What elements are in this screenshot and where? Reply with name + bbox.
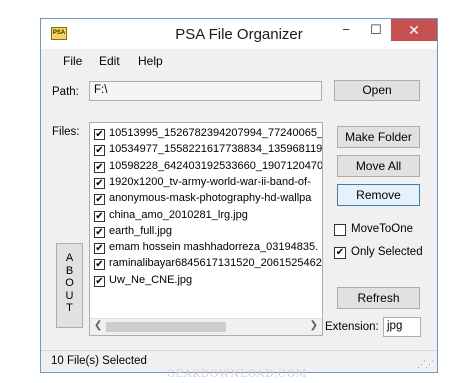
remove-button[interactable]: Remove xyxy=(337,184,420,206)
move-all-button[interactable]: Move All xyxy=(337,155,420,177)
list-item[interactable]: ✔ 10513995_1526782394207994_77240065_ xyxy=(94,127,323,142)
file-checkbox[interactable]: ✔ xyxy=(94,210,105,222)
file-name: emam hossein mashhadorreza_03194835. xyxy=(109,241,319,254)
scroll-left-icon[interactable]: ❮ xyxy=(94,320,102,331)
path-field[interactable]: F:\ xyxy=(89,81,322,101)
about-letter: T xyxy=(66,302,73,314)
extension-label: Extension: xyxy=(325,321,379,333)
watermark: GEARDOWNLOAD.COM xyxy=(166,369,308,380)
file-checkbox[interactable]: ✔ xyxy=(94,243,105,255)
files-label: Files: xyxy=(52,126,80,138)
file-checkbox[interactable]: ✔ xyxy=(94,259,105,271)
menu-edit[interactable]: Edit xyxy=(99,54,120,68)
file-checkbox[interactable]: ✔ xyxy=(94,129,105,140)
horizontal-scrollbar[interactable]: ❮ ❯ xyxy=(90,318,322,335)
file-name: earth_full.jpg xyxy=(109,224,172,237)
close-button[interactable]: ✕ xyxy=(391,19,437,41)
make-folder-button[interactable]: Make Folder xyxy=(337,126,420,148)
file-name: Uw_Ne_CNE.jpg xyxy=(109,273,193,286)
about-button[interactable]: ABOUT xyxy=(56,243,83,328)
move-to-one-label: MoveToOne xyxy=(351,223,414,235)
file-checkbox[interactable]: ✔ xyxy=(94,161,105,173)
about-letter: A xyxy=(65,252,74,264)
status-text: 10 File(s) Selected xyxy=(51,355,147,367)
maximize-button[interactable]: ☐ xyxy=(361,19,391,41)
file-name: china_amo_2010281_lrg.jpg xyxy=(109,208,248,221)
open-button[interactable]: Open xyxy=(334,80,420,101)
file-checkbox[interactable]: ✔ xyxy=(94,226,105,238)
only-selected-checkbox[interactable]: ✔ xyxy=(334,247,346,259)
scroll-thumb[interactable] xyxy=(106,322,226,332)
menu-help[interactable]: Help xyxy=(138,54,163,68)
extension-input[interactable]: jpg xyxy=(383,317,421,337)
list-item[interactable]: ✔ raminalibayar6845617131520_2061525462 xyxy=(94,257,322,272)
list-item[interactable]: ✔ earth_full.jpg xyxy=(94,224,322,240)
list-item[interactable]: ✔ 1920x1200_tv-army-world-war-ii-band-of- xyxy=(94,175,322,191)
refresh-button[interactable]: Refresh xyxy=(337,287,420,309)
file-name: anonymous-mask-photography-hd-wallpa xyxy=(109,192,312,205)
app-window: PSA PSA File Organizer − ☐ ✕ File Edit H… xyxy=(40,18,438,373)
move-to-one-checkbox[interactable] xyxy=(334,224,346,236)
file-name: raminalibayar6845617131520_2061525462 xyxy=(109,257,322,270)
file-name: 10598228_642403192533660_1907120470 xyxy=(109,159,323,172)
about-letter: U xyxy=(65,289,74,302)
minimize-button[interactable]: − xyxy=(331,19,361,41)
about-letter: O xyxy=(65,277,74,289)
file-name: 1920x1200_tv-army-world-war-ii-band-of- xyxy=(109,175,311,188)
file-checkbox[interactable]: ✔ xyxy=(94,145,105,157)
list-item[interactable]: ✔ 10534977_1558221617738834_135968119 xyxy=(94,143,323,158)
menu-file[interactable]: File xyxy=(63,54,82,68)
title-bar[interactable]: PSA PSA File Organizer − ☐ ✕ xyxy=(41,19,437,49)
list-item[interactable]: ✔ anonymous-mask-photography-hd-wallpa xyxy=(94,192,322,207)
menu-bar: File Edit Help xyxy=(41,50,437,72)
list-item[interactable]: ✔ Uw_Ne_CNE.jpg xyxy=(94,273,322,289)
file-checkbox[interactable]: ✔ xyxy=(94,177,105,189)
path-label: Path: xyxy=(52,86,79,98)
file-name: 10534977_1558221617738834_135968119 xyxy=(109,143,323,156)
list-item[interactable]: ✔ emam hossein mashhadorreza_03194835. xyxy=(94,241,322,256)
about-letter: B xyxy=(65,264,74,277)
file-name: 10513995_1526782394207994_77240065_ xyxy=(109,127,323,139)
file-list[interactable]: ✔ 10513995_1526782394207994_77240065_ ✔ 105… xyxy=(89,122,323,336)
list-item[interactable]: ✔ china_amo_2010281_lrg.jpg xyxy=(94,208,322,224)
file-checkbox[interactable]: ✔ xyxy=(94,275,105,287)
scroll-right-icon[interactable]: ❯ xyxy=(310,320,318,331)
list-item[interactable]: ✔ 10598228_642403192533660_1907120470 xyxy=(94,159,323,175)
only-selected-label: Only Selected xyxy=(351,246,423,258)
file-checkbox[interactable]: ✔ xyxy=(94,194,105,206)
